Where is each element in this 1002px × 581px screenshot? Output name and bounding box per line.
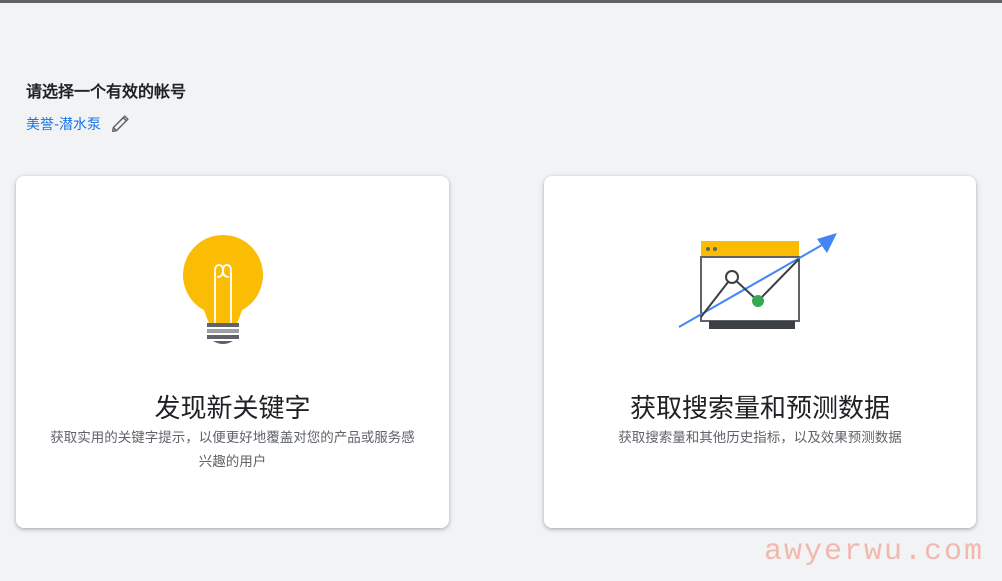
edit-pencil-icon[interactable] (109, 113, 131, 135)
card-illustration (544, 231, 976, 341)
trend-chart-icon (678, 233, 837, 329)
page-title: 请选择一个有效的帐号 (26, 82, 187, 101)
lightbulb-icon (182, 235, 263, 344)
top-divider (0, 0, 1002, 3)
card-illustration (16, 231, 449, 351)
card-title: 获取搜索量和预测数据 (629, 394, 890, 424)
account-link[interactable]: 美誉-潜水泵 (26, 114, 101, 134)
account-selector: 美誉-潜水泵 (26, 113, 131, 135)
forecast-card[interactable]: 获取搜索量和预测数据 获取搜索量和其他历史指标，以及效果预测数据 (544, 176, 976, 528)
watermark: awyerwu.com (763, 535, 984, 569)
card-title: 发现新关键字 (154, 394, 311, 424)
discover-keywords-card[interactable]: 发现新关键字 获取实用的关键字提示，以便更好地覆盖对您的产品或服务感兴趣的用户 (16, 176, 449, 528)
card-description: 获取实用的关键字提示，以便更好地覆盖对您的产品或服务感兴趣的用户 (50, 430, 415, 470)
card-description: 获取搜索量和其他历史指标，以及效果预测数据 (618, 430, 902, 446)
